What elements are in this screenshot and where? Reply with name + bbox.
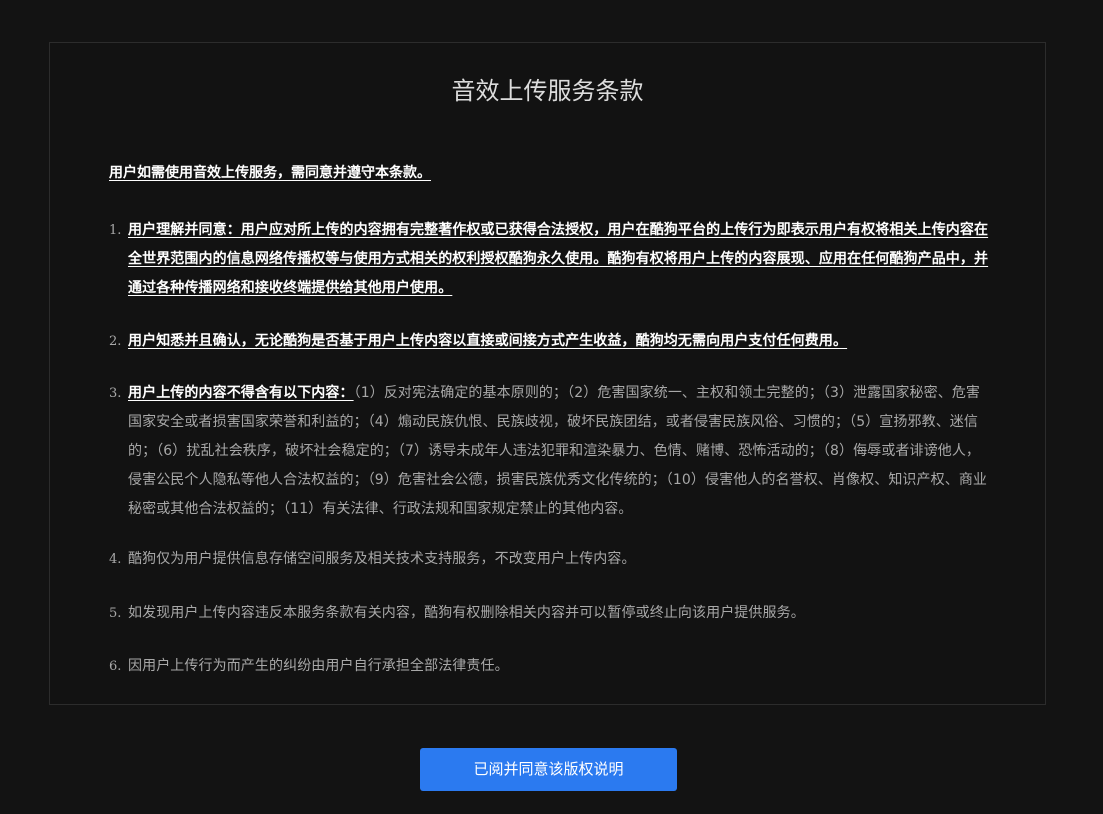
clause-body: 用户理解并同意：用户应对所上传的内容拥有完整著作权或已获得合法授权，用户在酷狗平…: [128, 216, 989, 303]
clause-body: 用户上传的内容不得含有以下内容：（1）反对宪法确定的基本原则的；（2）危害国家统…: [128, 379, 989, 524]
agree-button[interactable]: 已阅并同意该版权说明: [420, 748, 677, 791]
clause-emphasis: 用户知悉并且确认，无论酷狗是否基于用户上传内容以直接或间接方式产生收益，酷狗均无…: [128, 333, 848, 349]
clause-3: 3. 用户上传的内容不得含有以下内容：（1）反对宪法确定的基本原则的；（2）危害…: [109, 379, 989, 524]
clause-1: 1. 用户理解并同意：用户应对所上传的内容拥有完整著作权或已获得合法授权，用户在…: [109, 216, 989, 303]
clause-emphasis: 用户上传的内容不得含有以下内容：: [128, 385, 354, 401]
clause-number: 3.: [109, 386, 122, 401]
terms-intro: 用户如需使用音效上传服务，需同意并遵守本条款。: [109, 165, 431, 181]
clause-2: 2. 用户知悉并且确认，无论酷狗是否基于用户上传内容以直接或间接方式产生收益，酷…: [109, 327, 989, 356]
clause-6: 6. 因用户上传行为而产生的纠纷由用户自行承担全部法律责任。: [109, 652, 989, 681]
clause-body: 如发现用户上传内容违反本服务条款有关内容，酷狗有权删除相关内容并可以暂停或终止向…: [128, 599, 989, 628]
terms-panel: 音效上传服务条款 用户如需使用音效上传服务，需同意并遵守本条款。 1. 用户理解…: [49, 42, 1046, 705]
clause-body: 用户知悉并且确认，无论酷狗是否基于用户上传内容以直接或间接方式产生收益，酷狗均无…: [128, 327, 989, 356]
clause-number: 4.: [109, 552, 122, 567]
clause-text: 因用户上传行为而产生的纠纷由用户自行承担全部法律责任。: [128, 658, 509, 674]
clause-number: 1.: [109, 223, 122, 238]
clause-text: 如发现用户上传内容违反本服务条款有关内容，酷狗有权删除相关内容并可以暂停或终止向…: [128, 605, 805, 621]
clause-number: 2.: [109, 334, 122, 349]
clause-number: 5.: [109, 606, 122, 621]
terms-title: 音效上传服务条款: [451, 77, 644, 105]
clause-number: 6.: [109, 659, 122, 674]
clause-body: 酷狗仅为用户提供信息存储空间服务及相关技术支持服务，不改变用户上传内容。: [128, 545, 989, 574]
clause-text: 酷狗仅为用户提供信息存储空间服务及相关技术支持服务，不改变用户上传内容。: [128, 551, 636, 567]
clause-5: 5. 如发现用户上传内容违反本服务条款有关内容，酷狗有权删除相关内容并可以暂停或…: [109, 599, 989, 628]
clause-4: 4. 酷狗仅为用户提供信息存储空间服务及相关技术支持服务，不改变用户上传内容。: [109, 545, 989, 574]
clause-text: （1）反对宪法确定的基本原则的；（2）危害国家统一、主权和领土完整的；（3）泄露…: [128, 385, 988, 517]
clause-emphasis: 用户理解并同意：用户应对所上传的内容拥有完整著作权或已获得合法授权，用户在酷狗平…: [128, 222, 989, 296]
clause-body: 因用户上传行为而产生的纠纷由用户自行承担全部法律责任。: [128, 652, 989, 681]
